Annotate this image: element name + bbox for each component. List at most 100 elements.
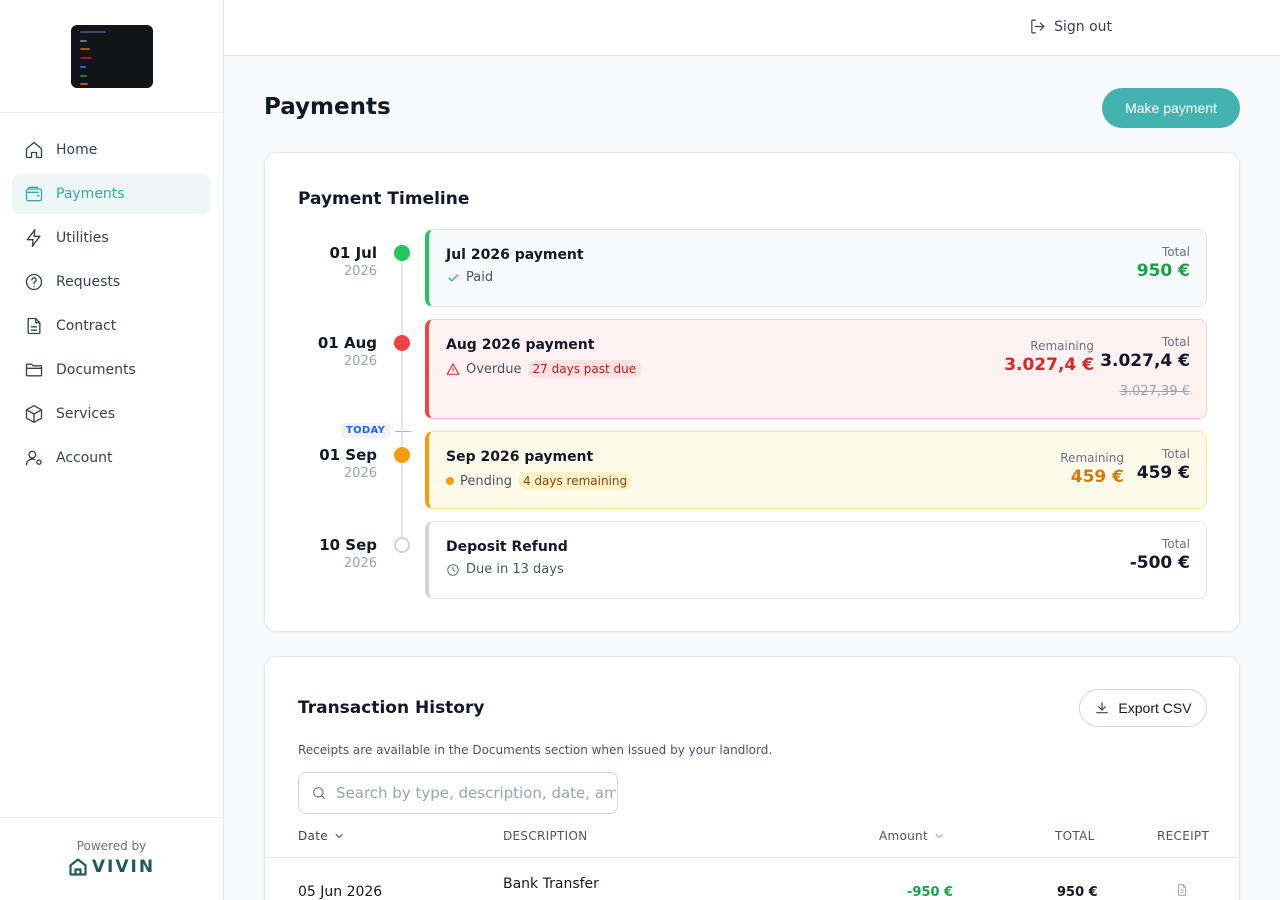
- total-value: 950 €: [1136, 261, 1190, 281]
- sidebar-item-label: Account: [56, 450, 113, 466]
- column-header-date[interactable]: Date: [298, 829, 345, 843]
- remaining-value: 3.027,4 €: [1004, 355, 1094, 375]
- payment-title: Sep 2026 payment: [446, 449, 594, 465]
- total-value: -500 €: [1129, 553, 1190, 573]
- total-column: Total 950 €: [1137, 245, 1190, 281]
- timeline-day: 01 Sep: [319, 446, 377, 464]
- timeline-day: 01 Aug: [317, 334, 377, 352]
- timeline-year: 2026: [343, 264, 377, 279]
- timeline-year: 2026: [343, 556, 377, 571]
- status-label: Paid: [466, 270, 494, 285]
- column-header-label: Amount: [879, 829, 928, 843]
- sidebar-item-label: Home: [56, 142, 98, 158]
- history-title: Transaction History: [298, 698, 485, 718]
- lightning-icon: [24, 228, 44, 248]
- export-csv-button[interactable]: Export CSV: [1079, 689, 1207, 727]
- sidebar-nav: Home Payments Utilities Requests Contrac…: [0, 113, 223, 478]
- sidebar-item-utilities[interactable]: Utilities: [12, 218, 211, 258]
- download-icon: [1096, 702, 1109, 714]
- payment-entry-deposit[interactable]: Deposit Refund Due in 13 days Total -500…: [425, 521, 1207, 599]
- check-icon: [448, 274, 459, 281]
- column-header-label: RECEIPT: [1157, 829, 1210, 843]
- payment-title: Jul 2026 payment: [446, 247, 584, 263]
- transaction-history-card: Transaction History Export CSV Receipts …: [264, 656, 1240, 900]
- timeline-dot-paid: [394, 245, 410, 261]
- timeline-date: 01 Aug 2026: [297, 334, 377, 369]
- warning-icon: [446, 363, 460, 375]
- timeline-year: 2026: [343, 466, 377, 481]
- row-date: 05 Jun 2026: [298, 884, 383, 900]
- total-column: Total -500 €: [1130, 537, 1190, 573]
- today-marker-line: [395, 431, 411, 432]
- payment-status: Due in 13 days: [446, 562, 564, 577]
- document-icon: [24, 316, 44, 336]
- sidebar-item-documents[interactable]: Documents: [12, 350, 211, 390]
- sidebar-item-home[interactable]: Home: [12, 130, 211, 170]
- search-icon: [313, 787, 325, 799]
- timeline-line: [401, 253, 403, 547]
- total-column: Total 459 €: [1137, 447, 1190, 483]
- column-header-label: TOTAL: [1055, 829, 1095, 843]
- timeline-date: 01 Sep 2026: [297, 446, 377, 481]
- question-circle-icon: [24, 272, 44, 292]
- status-label: Due in 13 days: [466, 562, 564, 577]
- sidebar-item-label: Payments: [56, 186, 125, 202]
- remaining-column: Remaining 3.027,4 €: [1004, 339, 1094, 375]
- pending-dot-icon: [446, 477, 454, 485]
- payment-title: Deposit Refund: [446, 539, 568, 555]
- total-value: 459 €: [1136, 463, 1190, 483]
- sidebar-item-services[interactable]: Services: [12, 394, 211, 434]
- timeline-day: 01 Jul: [329, 244, 378, 262]
- timeline-day: 10 Sep: [319, 536, 377, 554]
- sign-out-icon: [1031, 19, 1045, 34]
- column-header-receipt: RECEIPT: [1157, 829, 1209, 843]
- timeline-dot-pending: [394, 447, 410, 463]
- sidebar-item-contract[interactable]: Contract: [12, 306, 211, 346]
- timeline-date: 10 Sep 2026: [297, 536, 377, 571]
- remaining-label: Remaining: [1060, 451, 1124, 465]
- timeline-year: 2026: [343, 354, 377, 369]
- total-label: Total: [1161, 447, 1190, 461]
- column-header-amount[interactable]: Amount: [879, 829, 945, 843]
- sidebar-item-requests[interactable]: Requests: [12, 262, 211, 302]
- sidebar-item-label: Utilities: [56, 230, 109, 246]
- overdue-badge: 27 days past due: [527, 360, 642, 378]
- receipt-icon[interactable]: [1175, 883, 1189, 897]
- payment-status: Pending 4 days remaining: [446, 472, 633, 490]
- payment-entry-jul[interactable]: Jul 2026 payment Paid Total 950 €: [425, 229, 1207, 307]
- house-logo-icon: [69, 858, 87, 876]
- total-label: Total: [1161, 335, 1190, 349]
- row-total: 950 €: [1057, 885, 1098, 900]
- top-bar: Sign out: [224, 0, 1280, 56]
- search-input[interactable]: [336, 784, 616, 802]
- remaining-column: Remaining 459 €: [1060, 451, 1124, 487]
- payment-entry-aug[interactable]: Aug 2026 payment Overdue 27 days past du…: [425, 319, 1207, 419]
- receipts-note: Receipts are available in the Documents …: [298, 743, 773, 757]
- payment-timeline-card: Payment Timeline 01 Jul 2026 Jul 2026 pa…: [264, 152, 1240, 632]
- sidebar-item-label: Contract: [56, 318, 117, 334]
- row-description: Bank Transfer: [503, 876, 599, 892]
- make-payment-button[interactable]: Make payment: [1102, 88, 1240, 128]
- chevron-down-icon: [335, 834, 343, 838]
- page-title: Payments: [264, 94, 391, 120]
- property-logo[interactable]: [70, 24, 153, 88]
- sign-out-button[interactable]: Sign out: [1029, 18, 1112, 35]
- table-header-divider: [265, 857, 1239, 858]
- home-icon: [24, 140, 44, 160]
- sidebar-item-label: Requests: [56, 274, 121, 290]
- payment-entry-sep[interactable]: Sep 2026 payment Pending 4 days remainin…: [425, 431, 1207, 509]
- brand-logo[interactable]: VIVIN: [0, 857, 223, 877]
- payment-status: Paid: [446, 270, 493, 285]
- sidebar-item-payments[interactable]: Payments: [12, 174, 211, 214]
- today-badge: TODAY: [341, 423, 391, 438]
- status-label: Overdue: [466, 361, 522, 377]
- column-header-description: DESCRIPTION: [503, 829, 588, 843]
- sidebar-item-account[interactable]: Account: [12, 438, 211, 478]
- timeline-date: 01 Jul 2026: [297, 244, 378, 279]
- total-column: Total 3.027,4 €: [1100, 335, 1190, 371]
- clock-icon: [447, 563, 459, 576]
- brand-name: VIVIN: [91, 857, 156, 877]
- timeline-dot-upcoming: [394, 537, 410, 553]
- search-box[interactable]: [298, 772, 618, 814]
- status-label: Pending: [460, 473, 512, 489]
